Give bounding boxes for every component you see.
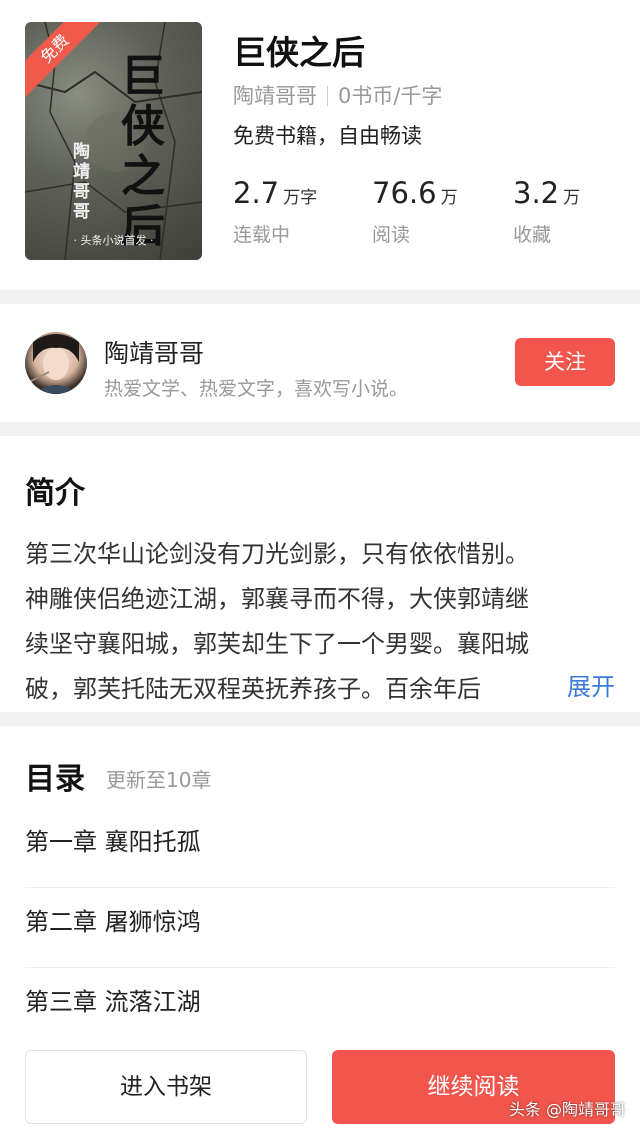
intro-text: 第三次华山论剑没有刀光剑影，只有依依惜别。 神雕侠侣绝迹江湖，郭襄寻而不得，大侠… [25,532,615,712]
stat-words: 2.7 万字 连载中 [233,176,317,247]
stat-favorites: 3.2 万 收藏 [513,176,580,247]
toc-section: 目录 更新至10章 第一章 襄阳托孤 第二章 屠狮惊鸿 第三章 流落江湖 [0,726,640,1048]
book-price: 0书币/千字 [338,84,443,108]
stat-unit: 万 [440,188,458,208]
section-divider [0,712,640,726]
intro-section: 简介 第三次华山论剑没有刀光剑影，只有依依惜别。 神雕侠侣绝迹江湖，郭襄寻而不得… [0,436,640,712]
stat-value: 3.2 [513,176,560,210]
chapter-item[interactable]: 第三章 流落江湖 [25,968,615,1048]
intro-line: 神雕侠侣绝迹江湖，郭襄寻而不得，大侠郭靖继 [25,585,529,613]
book-author[interactable]: 陶靖哥哥 [233,84,317,108]
stat-unit: 万字 [283,188,318,208]
intro-line: 第三次华山论剑没有刀光剑影，只有依依惜别。 [25,540,529,568]
section-divider [0,290,640,304]
intro-heading: 简介 [25,476,85,511]
stat-value: 76.6 [372,176,437,210]
book-title: 巨侠之后 [233,33,365,72]
avatar-image [28,334,79,394]
stat-value: 2.7 [233,176,280,210]
author-bio: 热爱文学、热爱文字，喜欢写小说。 [104,378,409,400]
book-cover[interactable]: 免费 巨侠之后 陶靖哥哥 · 头条小说首发 · [25,22,202,260]
cover-title: 巨侠之后 [121,51,165,252]
shelf-button[interactable]: 进入书架 [25,1050,307,1124]
cover-footer: · 头条小说首发 · [73,234,154,247]
meta-divider [327,86,328,106]
book-header: 免费 巨侠之后 陶靖哥哥 · 头条小说首发 · 巨侠之后 陶靖哥哥 0书币/千字 … [0,0,640,290]
cover-author: 陶靖哥哥 [73,142,90,222]
toc-heading: 目录 [25,762,85,797]
stat-unit: 万 [563,188,581,208]
intro-line: 破，郭芙托陆无双程英抚养孩子。百余年后 [25,675,481,703]
author-name[interactable]: 陶靖哥哥 [104,334,204,370]
book-tagline: 免费书籍，自由畅读 [233,124,422,148]
toc-update-status[interactable]: 更新至10章 [106,764,211,793]
chapter-item[interactable]: 第一章 襄阳托孤 [25,808,615,888]
stat-label: 收藏 [513,224,552,246]
watermark: 头条 @陶靖哥哥 [508,1100,626,1119]
expand-link[interactable]: 展开 [537,667,615,702]
bottom-action-bar: 进入书架 继续阅读 头条 @陶靖哥哥 [0,1040,640,1132]
avatar[interactable] [25,332,87,394]
toc-header: 目录 更新至10章 [0,726,640,808]
stat-label: 连载中 [233,224,291,246]
follow-button[interactable]: 关注 [515,338,615,386]
intro-line: 续坚守襄阳城，郭芙却生下了一个男婴。襄阳城 [25,630,529,658]
author-section: 陶靖哥哥 热爱文学、热爱文字，喜欢写小说。 关注 [0,304,640,422]
stat-reads: 76.6 万 阅读 [372,176,458,247]
chapter-item[interactable]: 第二章 屠狮惊鸿 [25,888,615,968]
stat-label: 阅读 [372,224,411,246]
book-meta: 陶靖哥哥 0书币/千字 [233,80,442,110]
section-divider [0,422,640,436]
